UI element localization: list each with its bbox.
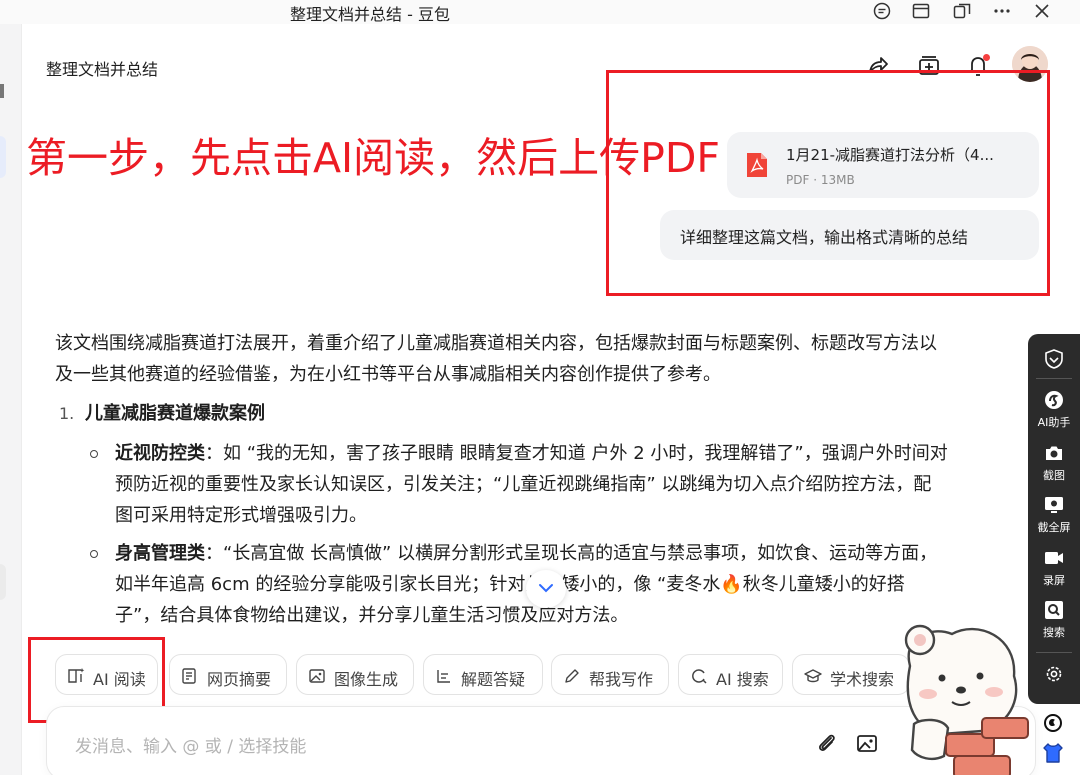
page-title: 整理文档并总结 — [46, 60, 159, 79]
fullscreen-capture-icon — [1045, 497, 1063, 513]
bullet-label: 近视防控类 — [115, 443, 205, 464]
solve-icon — [435, 667, 453, 685]
sidebar-item-indicator — [0, 564, 6, 600]
skill-label: 帮我写作 — [589, 670, 654, 689]
left-sidebar-collapsed — [0, 24, 22, 775]
bullet-label: 身高管理类 — [115, 543, 205, 564]
gear-icon[interactable] — [1028, 664, 1080, 687]
web-summary-icon — [181, 667, 199, 685]
skill-label: 网页摘要 — [207, 670, 272, 689]
toolbar-search[interactable]: 搜索 — [1028, 599, 1080, 640]
skill-solve-button[interactable]: 解题答疑 — [423, 654, 543, 695]
toolbar-label: 截图 — [1043, 469, 1065, 482]
toolbar-divider — [1036, 378, 1072, 379]
bullet-marker — [90, 450, 98, 458]
toolbar-label: 截全屏 — [1037, 521, 1071, 534]
bullet-text: ：“长高宜做 长高慎做” 以横屏分割形式呈现长高的适宜与禁忌事项，如饮食、运动等… — [205, 543, 938, 564]
chevron-down-icon — [539, 584, 553, 593]
toolbar-label: 录屏 — [1043, 574, 1065, 587]
paperclip-icon[interactable] — [814, 730, 840, 756]
answer-intro-line: 该文档围绕减脂赛道打法展开，着重介绍了儿童减脂赛道相关内容，包括爆款封面与标题案… — [55, 333, 937, 354]
floating-side-toolbar: AI助手 截图 截全屏 录屏 搜索 — [1028, 334, 1080, 704]
skill-label: AI 搜索 — [716, 670, 769, 689]
skill-label: 解题答疑 — [461, 670, 526, 689]
ai-search-icon — [690, 667, 708, 685]
section-title: 儿童减脂赛道爆款案例 — [85, 403, 265, 424]
bullet-line: 近视防控类：如 “我的无知，害了孩子眼睛 眼睛复查才知道 户外 2 小时，我理解… — [115, 438, 1030, 469]
notification-dot — [983, 54, 990, 61]
toolbar-fullscreen-capture[interactable]: 截全屏 — [1028, 494, 1080, 535]
toolbar-label: 搜索 — [1043, 626, 1065, 639]
skill-web-summary-button[interactable]: 网页摘要 — [169, 654, 287, 695]
record-icon — [1045, 552, 1063, 564]
bullet-marker — [90, 550, 98, 558]
skill-write-button[interactable]: 帮我写作 — [551, 654, 669, 695]
search-icon — [1045, 601, 1063, 619]
tshirt-icon[interactable] — [1040, 740, 1066, 766]
sidebar-handle[interactable] — [0, 84, 4, 98]
skill-image-gen-button[interactable]: 图像生成 — [296, 654, 414, 695]
toolbar-label: AI助手 — [1037, 416, 1071, 429]
list-number: 1. — [59, 404, 75, 423]
bullet-line: 如半年追高 6cm 的经验分享能吸引家长目光；针对儿童矮小的，像 “麦冬水🔥秋冬… — [115, 574, 905, 595]
annotation-box-upload — [606, 70, 1050, 296]
window-titlebar: 整理文档并总结 - 豆包 — [0, 0, 1080, 24]
window-title: 整理文档并总结 - 豆包 — [290, 5, 450, 24]
scroll-to-bottom-button[interactable] — [526, 570, 566, 608]
bullet-line: 身高管理类：“长高宜做 长高慎做” 以横屏分割形式呈现长高的适宜与禁忌事项，如饮… — [115, 538, 1030, 569]
sidebar-toggle-icon[interactable] — [908, 0, 934, 24]
toolbar-divider — [1036, 652, 1072, 653]
sidebar-active-indicator — [0, 136, 6, 178]
camera-icon — [1046, 446, 1062, 460]
split-window-icon[interactable] — [949, 0, 975, 24]
close-icon[interactable] — [1029, 0, 1055, 24]
composer-placeholder: 发消息、输入 @ 或 / 选择技能 — [75, 737, 307, 757]
bear-sticker-image — [882, 606, 1042, 775]
image-upload-icon[interactable] — [855, 730, 881, 756]
academic-search-icon — [804, 667, 822, 685]
more-icon[interactable] — [989, 0, 1015, 24]
bullet-line: 预防近视的重要性及家长认知误区，引发关注；“儿童近视跳绳指南” 以跳绳为切入点介… — [115, 474, 932, 495]
doubao-logo-icon[interactable] — [1040, 710, 1066, 736]
skill-label: 图像生成 — [334, 670, 399, 689]
toolbar-ai-assistant[interactable]: AI助手 — [1028, 389, 1080, 430]
skill-ai-search-button[interactable]: AI 搜索 — [678, 654, 783, 695]
ai-assistant-icon — [1045, 391, 1063, 409]
answer-intro-line: 及一些其他赛道的经验借鉴，为在小红书等平台从事减脂相关内容创作提供了参考。 — [55, 364, 721, 385]
bullet-line: 图可采用特定形式增强吸引力。 — [115, 505, 367, 526]
toolbar-screenshot[interactable]: 截图 — [1028, 442, 1080, 483]
bullet-text: ：如 “我的无知，害了孩子眼睛 眼睛复查才知道 户外 2 小时，我理解错了”，强… — [205, 443, 948, 464]
toolbar-record[interactable]: 录屏 — [1028, 547, 1080, 588]
chat-bubble-icon[interactable] — [869, 0, 895, 24]
shield-icon[interactable] — [1028, 348, 1080, 373]
write-icon — [563, 667, 581, 685]
image-gen-icon — [308, 667, 326, 685]
answer-intro: 该文档围绕减脂赛道打法展开，着重介绍了儿童减脂赛道相关内容，包括爆款封面与标题案… — [55, 328, 1030, 390]
assistant-answer: 该文档围绕减脂赛道打法展开，着重介绍了儿童减脂赛道相关内容，包括爆款封面与标题案… — [55, 328, 1030, 626]
